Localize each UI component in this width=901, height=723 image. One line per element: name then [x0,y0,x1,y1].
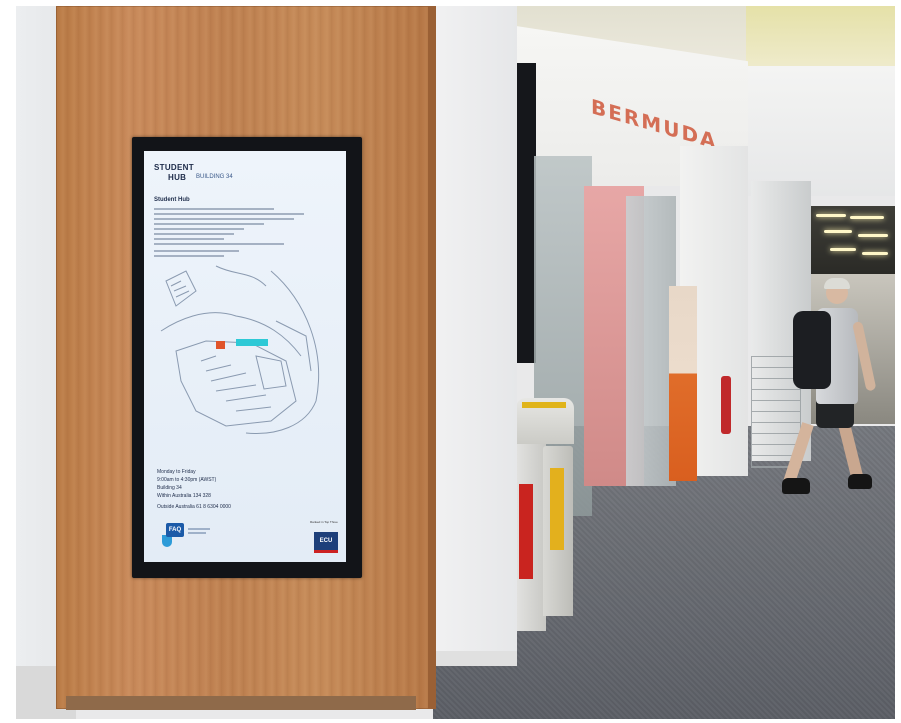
faq-icon[interactable]: FAQ [166,523,184,537]
ceiling-light [850,216,884,219]
map-callout [236,339,268,346]
promo-stand [669,286,697,481]
ceiling-light [858,234,888,237]
far-ceiling [806,206,895,276]
text-line [154,243,284,245]
wood-totem-base [66,696,416,710]
corner-skirting [433,651,517,666]
phone-line: Outside Australia 61 8 6304 0000 [157,504,231,510]
person-shoe [782,478,810,494]
bin-yellow-label [550,468,564,550]
bin-red-label [519,484,533,579]
ecu-logo: ECU [314,532,338,553]
campus-map[interactable] [156,261,336,441]
ceiling-light [824,230,852,233]
person-backpack [793,311,831,389]
text-line [154,238,224,240]
text-line [154,213,304,215]
text-line [154,250,239,252]
screen-title-line2: HUB [168,173,187,182]
screen-building: BUILDING 34 [196,174,233,180]
text-line [154,208,274,210]
photograph: BERMUDA STUDENT HUB BUILDING 34 Student … [16,6,895,719]
text-line [154,223,264,225]
corner-wall [433,6,517,666]
screen-heading: Student Hub [154,197,190,203]
map-marker [216,341,225,349]
black-column [516,63,536,363]
person-cap [824,278,850,289]
far-wall [748,66,895,196]
text-line [154,233,234,235]
hours-line: Building 34 [157,485,182,491]
text-line [154,228,244,230]
text-line [154,218,294,220]
fire-extinguisher [721,376,731,434]
ceiling-light [830,248,856,251]
photo-scene: BERMUDA STUDENT HUB BUILDING 34 Student … [0,0,901,723]
faq-caption-line [188,532,206,534]
ecu-caption: Ranked in Top Three [310,520,338,524]
bin-lid-stripe [522,402,566,408]
ceiling-light [816,214,846,217]
hours-line: 9:00am to 4:30pm (AWST) [157,477,217,483]
wood-totem-edge [428,6,436,709]
ceiling-light [862,252,888,255]
screen-title: STUDENT [154,163,194,172]
kiosk-screen[interactable]: STUDENT HUB BUILDING 34 Student Hub Mond… [144,151,346,562]
text-line [154,255,224,257]
faq-caption-line [188,528,210,530]
person-shoe [848,474,872,489]
hours-line: Monday to Friday [157,469,196,475]
hours-line: Within Australia 134 328 [157,493,211,499]
